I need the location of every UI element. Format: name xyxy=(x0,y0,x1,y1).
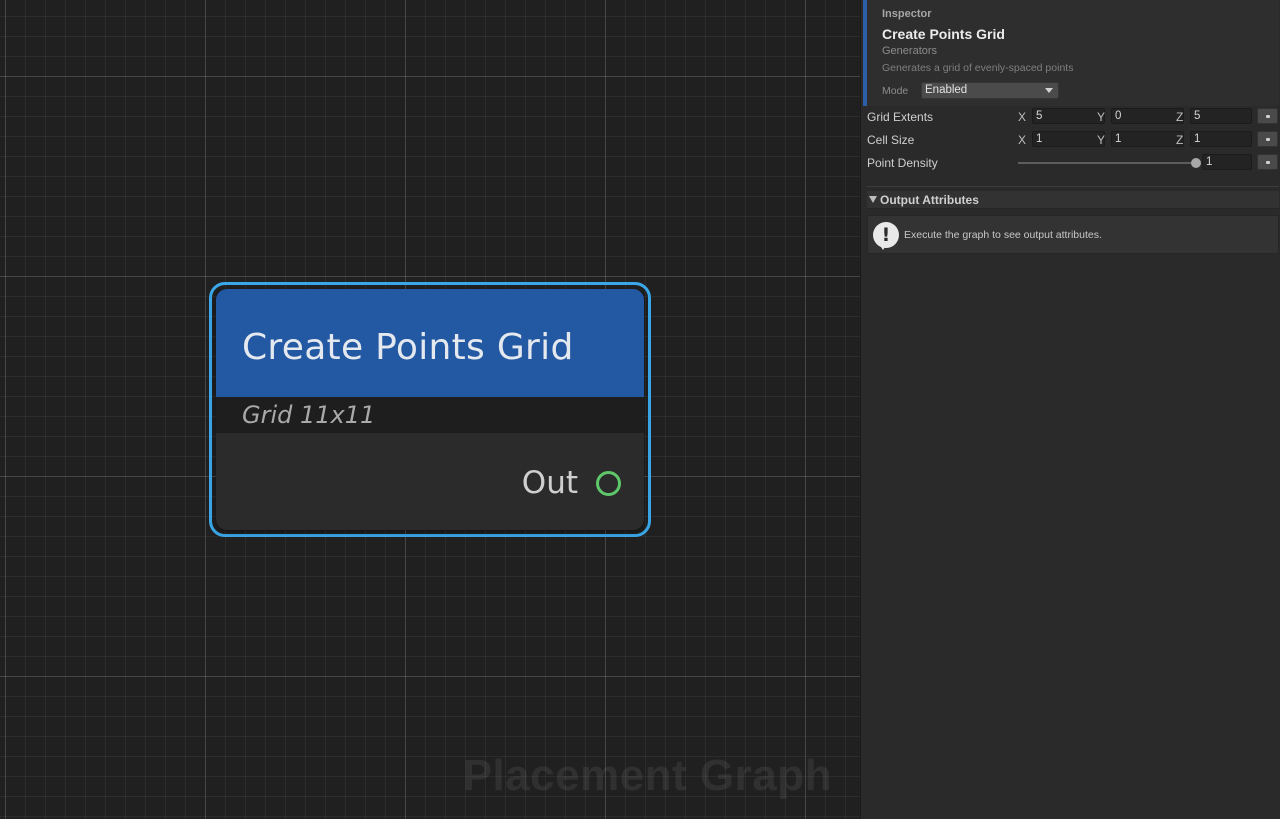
grid-extents-x-field[interactable]: 5 xyxy=(1032,108,1105,124)
grid-extents-z-field[interactable]: 5 xyxy=(1190,108,1252,124)
cell-size-reset-button[interactable] xyxy=(1257,131,1278,147)
mode-dropdown[interactable]: Enabled xyxy=(921,82,1059,99)
property-row-cell-size: Cell Size X 1 Y 1 Z 1 xyxy=(867,130,1279,150)
inspector-divider xyxy=(867,186,1279,187)
mode-dropdown-value: Enabled xyxy=(925,84,968,96)
graph-watermark: Placement Graph xyxy=(462,751,832,800)
point-density-field[interactable]: 1 xyxy=(1202,154,1252,170)
node-title: Create Points Grid xyxy=(242,326,574,368)
grid-extents-y-label: Y xyxy=(1097,110,1106,124)
output-attributes-message: Execute the graph to see output attribut… xyxy=(904,229,1102,241)
cell-size-x-label: X xyxy=(1018,133,1027,147)
grid-extents-reset-button[interactable] xyxy=(1257,108,1278,124)
inspector-panel: Inspector Create Points Grid Generators … xyxy=(860,0,1280,819)
cell-size-x-field[interactable]: 1 xyxy=(1032,131,1105,147)
grid-extents-label: Grid Extents xyxy=(867,110,934,124)
app-window: Placement Graph Create Points Grid Grid … xyxy=(0,0,1280,819)
cell-size-z-field[interactable]: 1 xyxy=(1190,131,1252,147)
cell-size-y-label: Y xyxy=(1097,133,1106,147)
graph-canvas[interactable]: Placement Graph Create Points Grid Grid … xyxy=(0,0,860,819)
output-attributes-label: Output Attributes xyxy=(880,193,979,207)
inspector-header-label: Inspector xyxy=(882,8,932,20)
node-subtitle: Grid 11x11 xyxy=(242,401,376,429)
output-attributes-info-box: ! Execute the graph to see output attrib… xyxy=(867,215,1279,254)
mode-label: Mode xyxy=(882,85,909,97)
inspector-node-title: Create Points Grid xyxy=(882,26,1005,42)
property-row-point-density: Point Density 1 xyxy=(867,153,1279,173)
inspector-header: Inspector Create Points Grid Generators … xyxy=(863,0,1279,106)
cell-size-y-field[interactable]: 1 xyxy=(1111,131,1184,147)
inspector-node-category: Generators xyxy=(882,45,938,57)
graph-node-create-points-grid[interactable]: Create Points Grid Grid 11x11 Out xyxy=(216,289,644,530)
node-body: Out xyxy=(216,433,644,530)
point-density-slider-handle[interactable] xyxy=(1191,158,1201,168)
inspector-node-description: Generates a grid of evenly-spaced points xyxy=(882,62,1074,74)
cell-size-z-label: Z xyxy=(1176,133,1184,147)
output-port-icon[interactable] xyxy=(596,470,621,496)
node-header[interactable]: Create Points Grid xyxy=(216,289,644,397)
node-output-port-row: Out xyxy=(522,465,621,501)
chevron-down-icon xyxy=(1045,88,1053,93)
grid-extents-y-field[interactable]: 0 xyxy=(1111,108,1184,124)
property-row-grid-extents: Grid Extents X 5 Y 0 Z 5 xyxy=(867,107,1279,127)
cell-size-label: Cell Size xyxy=(867,133,915,147)
grid-extents-x-label: X xyxy=(1018,110,1027,124)
foldout-arrow-icon xyxy=(869,196,877,203)
point-density-reset-button[interactable] xyxy=(1257,154,1278,170)
exclamation-info-icon: ! xyxy=(873,222,899,250)
output-port-label: Out xyxy=(521,465,578,501)
grid-extents-z-label: Z xyxy=(1176,110,1184,124)
point-density-label: Point Density xyxy=(867,156,938,170)
point-density-slider-track[interactable] xyxy=(1018,162,1196,164)
output-attributes-foldout[interactable]: Output Attributes xyxy=(867,191,1279,209)
